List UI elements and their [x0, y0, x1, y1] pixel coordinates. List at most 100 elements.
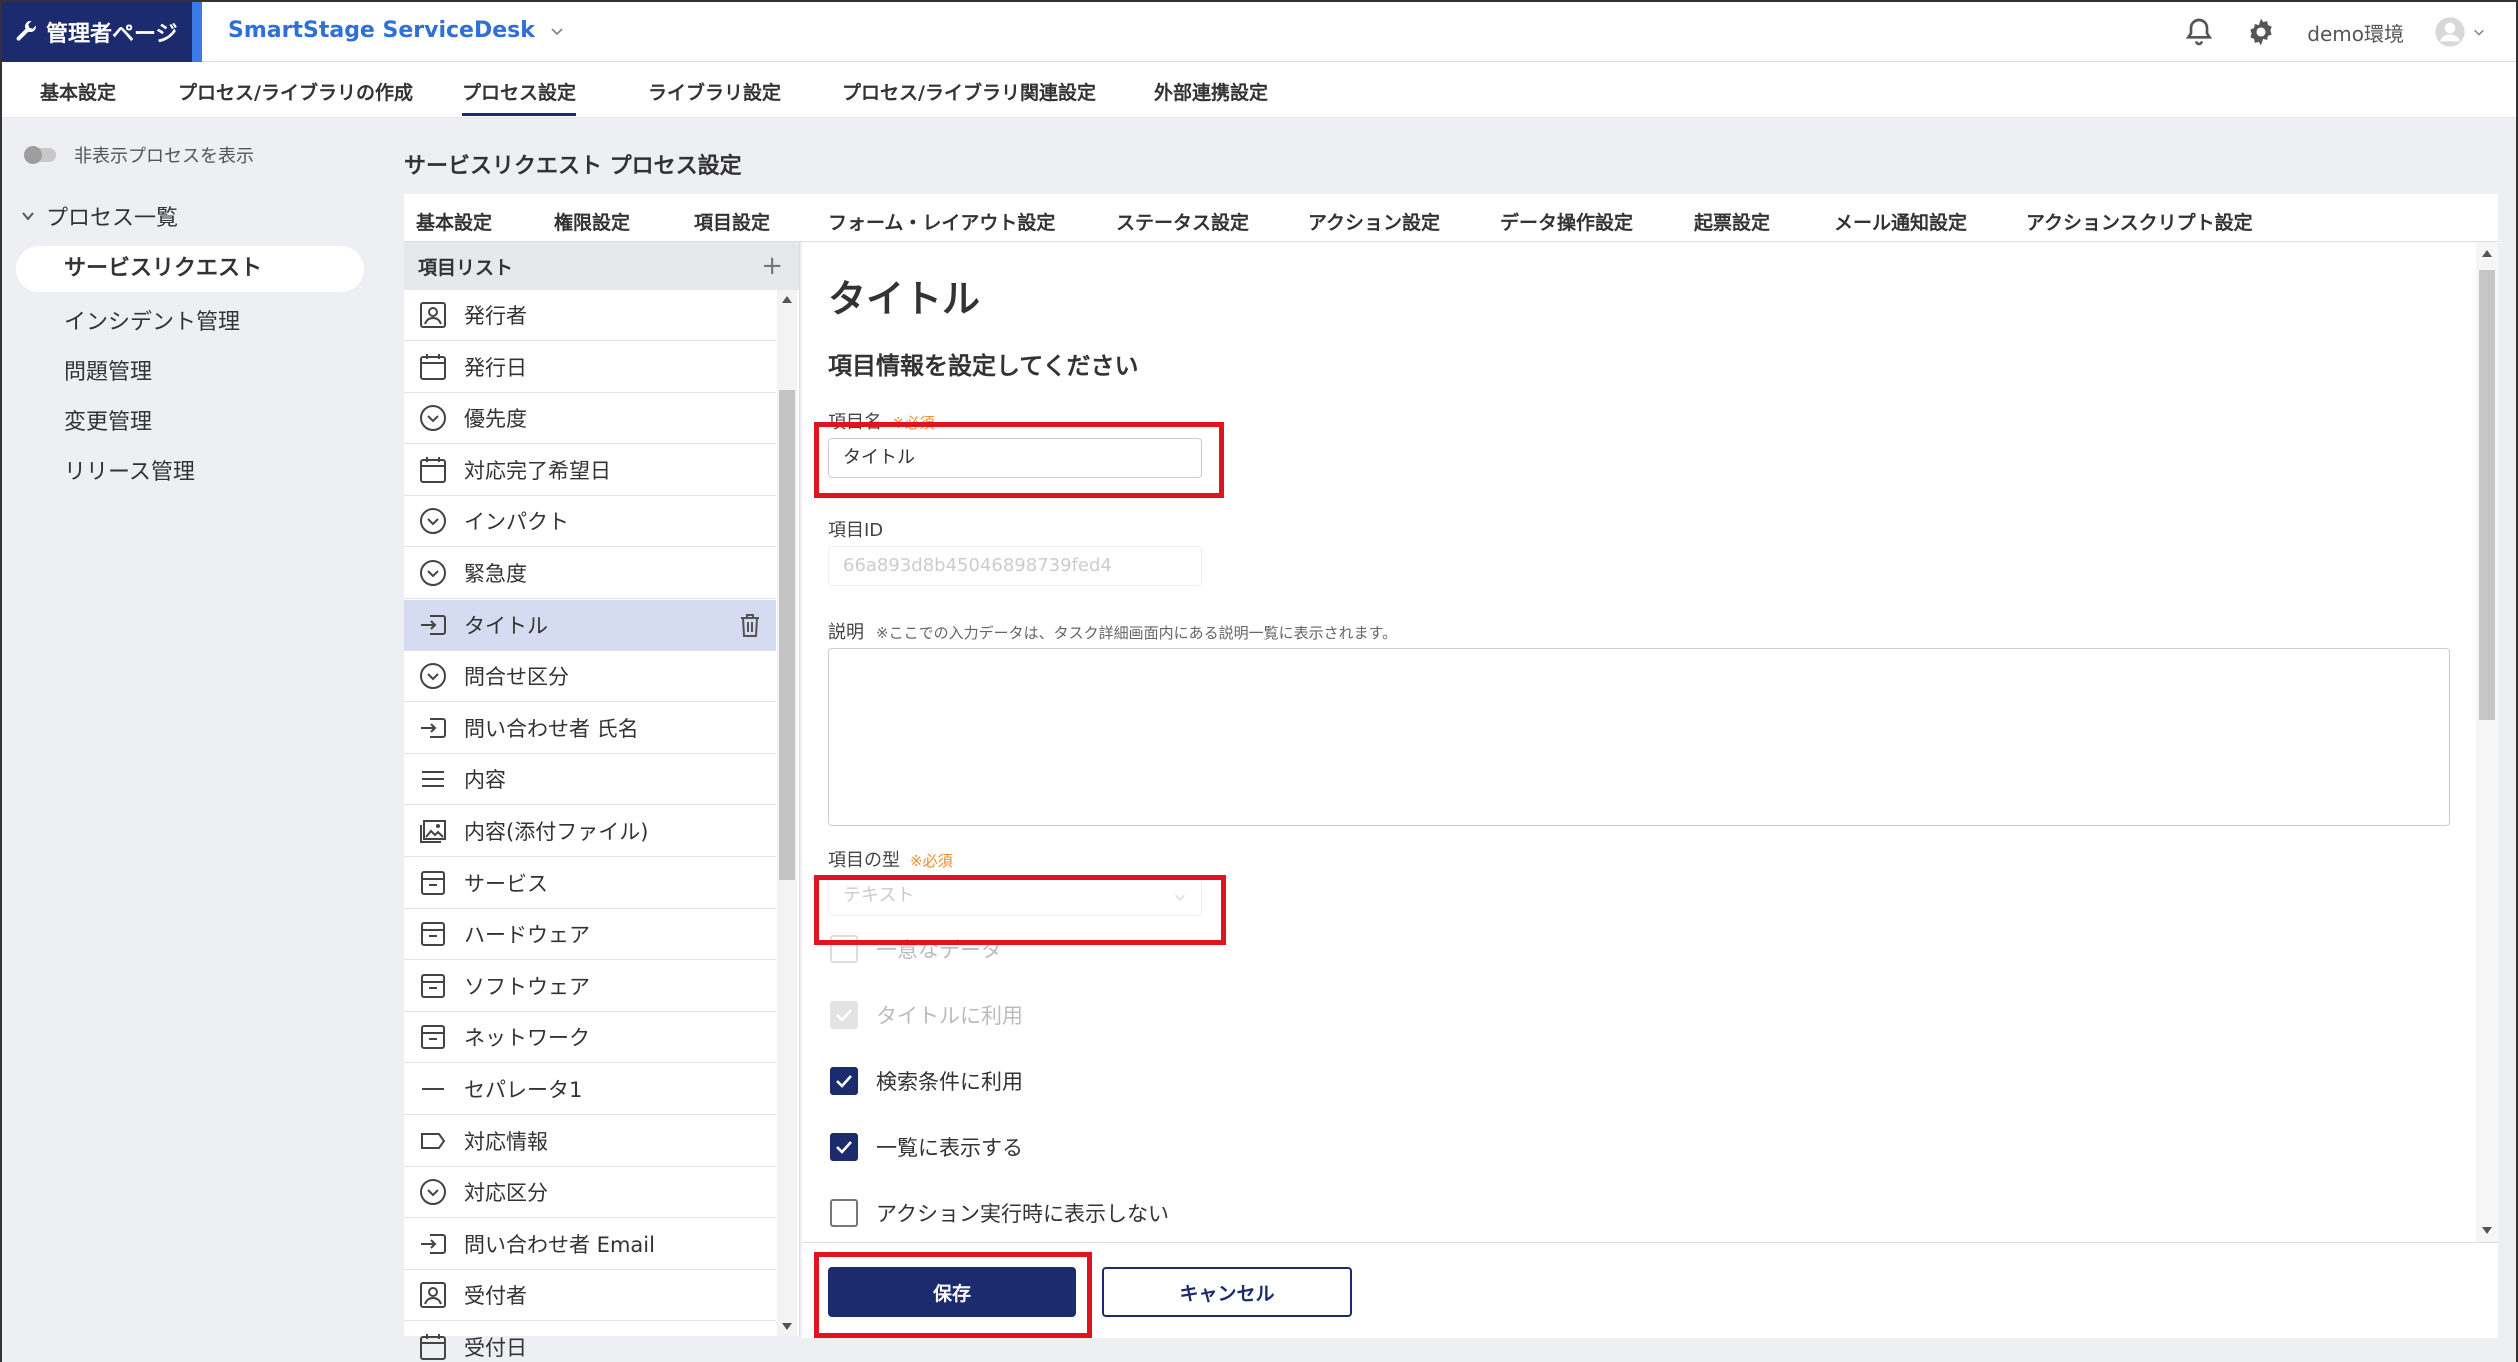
user-menu[interactable]	[2434, 16, 2486, 48]
item-list-row[interactable]: 問い合わせ者 Email	[404, 1219, 776, 1270]
save-button[interactable]: 保存	[828, 1267, 1076, 1317]
item-list-row[interactable]: 対応区分	[404, 1167, 776, 1219]
sidebar-item-incident[interactable]: インシデント管理	[64, 304, 240, 336]
tab-data-operation[interactable]: データ操作設定	[1500, 208, 1633, 235]
item-list-row[interactable]: 発行者	[404, 290, 776, 341]
item-list-row[interactable]: タイトル	[404, 599, 776, 651]
item-list-row-label: 発行日	[464, 355, 527, 380]
description-textarea[interactable]	[828, 648, 2450, 826]
item-list-row[interactable]: セパレータ1	[404, 1064, 776, 1115]
tab-ticket-creation[interactable]: 起票設定	[1694, 208, 1770, 235]
detail-footer: 保存 キャンセル	[802, 1242, 2498, 1338]
item-list: 項目リスト + 発行者 発行日 優先度 対応完了希望日 インパクト 緊急度 タイトル 問合せ区…	[404, 242, 800, 1360]
item-list-row[interactable]: 問合せ区分	[404, 651, 776, 703]
item-list-row-label: ソフトウェア	[464, 974, 590, 999]
scroll-down-icon[interactable]	[782, 1323, 792, 1330]
tab-action[interactable]: アクション設定	[1308, 208, 1440, 235]
required-mark: ※必須	[910, 852, 953, 870]
tag-icon	[421, 1132, 446, 1149]
tab-permissions[interactable]: 権限設定	[554, 208, 630, 235]
item-list-row[interactable]: 内容	[404, 754, 776, 806]
tab-action-script[interactable]: アクションスクリプト設定	[2026, 208, 2253, 235]
checkbox-label: タイトルに利用	[876, 1004, 1023, 1028]
item-list-row-label: 対応完了希望日	[464, 458, 611, 483]
sidebar-item-change[interactable]: 変更管理	[64, 404, 152, 436]
checkbox[interactable]	[830, 1133, 858, 1161]
checkbox-row[interactable]: 一覧に表示する	[830, 1132, 1023, 1162]
checkmark-icon	[836, 1009, 852, 1022]
item-list-row[interactable]: 対応情報	[404, 1116, 776, 1167]
bell-icon[interactable]	[2183, 16, 2215, 48]
item-list-row-label: ハードウェア	[464, 923, 590, 948]
sidebar-item-problem[interactable]: 問題管理	[64, 354, 152, 386]
chevron-down-icon	[1175, 894, 1185, 901]
scroll-up-icon[interactable]	[2482, 250, 2492, 257]
admin-page-badge[interactable]: 管理者ページ	[2, 2, 192, 62]
input-icon	[421, 614, 446, 635]
detail-scrollbar[interactable]	[2476, 242, 2498, 1242]
settings-subtabs: 基本設定 権限設定 項目設定 フォーム・レイアウト設定 ステータス設定 アクショ…	[404, 194, 2498, 246]
checkbox	[830, 935, 858, 963]
item-list-row[interactable]: 対応完了希望日	[404, 445, 776, 496]
item-list-row[interactable]: 緊急度	[404, 548, 776, 599]
item-list-row[interactable]: 問い合わせ者 氏名	[404, 703, 776, 754]
dropdown-icon	[420, 663, 446, 690]
required-mark: ※必須	[892, 414, 935, 432]
checkbox-row[interactable]: アクション実行時に表示しない	[830, 1198, 1169, 1228]
scroll-thumb[interactable]	[779, 390, 795, 880]
item-list-row[interactable]: 受付者	[404, 1270, 776, 1322]
add-item-button[interactable]: +	[761, 251, 783, 281]
item-list-row[interactable]: ネットワーク	[404, 1012, 776, 1064]
show-hidden-label: 非表示プロセスを表示	[74, 146, 254, 167]
checkbox-row[interactable]: 検索条件に利用	[830, 1066, 1023, 1096]
item-type-label-text: 項目の型	[828, 850, 900, 871]
calendar-icon	[420, 456, 446, 483]
list-box-icon	[421, 922, 445, 947]
tab-basic[interactable]: 基本設定	[416, 208, 492, 235]
sidebar-item-service-request[interactable]: サービスリクエスト	[16, 246, 364, 292]
show-hidden-toggle[interactable]	[24, 146, 56, 164]
gear-icon[interactable]	[2245, 16, 2277, 48]
item-name-input[interactable]: タイトル	[828, 438, 1202, 478]
item-list-row[interactable]: ソフトウェア	[404, 961, 776, 1012]
scroll-up-icon[interactable]	[782, 296, 792, 303]
checkbox	[830, 1001, 858, 1029]
topnav-process-settings[interactable]: プロセス設定	[462, 78, 577, 116]
cancel-button[interactable]: キャンセル	[1102, 1267, 1352, 1317]
sidebar-item-release[interactable]: リリース管理	[64, 454, 195, 486]
topnav-process-library-create[interactable]: プロセス/ライブラリの作成	[178, 78, 413, 105]
item-list-row-label: 受付日	[464, 1336, 527, 1360]
item-list-row[interactable]: ハードウェア	[404, 909, 776, 961]
item-list-row[interactable]: サービス	[404, 858, 776, 909]
item-list-scrollbar[interactable]	[777, 290, 797, 1336]
item-list-row[interactable]: インパクト	[404, 496, 776, 548]
tab-item-settings[interactable]: 項目設定	[694, 208, 771, 246]
tab-mail-notification[interactable]: メール通知設定	[1834, 208, 1967, 235]
dropdown-icon	[420, 560, 446, 586]
item-id-input: 66a893d8b45046898739fed4	[828, 546, 1202, 586]
item-list-row[interactable]: 受付日	[404, 1322, 776, 1362]
dropdown-icon	[420, 508, 446, 535]
process-list-header[interactable]: プロセス一覧	[20, 200, 178, 232]
checkbox[interactable]	[830, 1067, 858, 1095]
item-list-row[interactable]: 発行日	[404, 342, 776, 393]
item-list-row[interactable]: 内容(添付ファイル)	[404, 806, 776, 857]
topnav-process-library-relation[interactable]: プロセス/ライブラリ関連設定	[842, 78, 1096, 105]
checkbox[interactable]	[830, 1199, 858, 1227]
scroll-thumb[interactable]	[2479, 270, 2495, 720]
item-list-row-label: 発行者	[464, 304, 527, 328]
separator-icon	[422, 1088, 444, 1090]
tab-form-layout[interactable]: フォーム・レイアウト設定	[828, 208, 1055, 235]
trash-icon[interactable]	[738, 612, 762, 638]
tab-status[interactable]: ステータス設定	[1116, 208, 1249, 235]
app-switcher[interactable]: SmartStage ServiceDesk	[228, 18, 565, 43]
topnav-basic-settings[interactable]: 基本設定	[40, 78, 116, 105]
env-label: demo環境	[2307, 21, 2404, 46]
scroll-down-icon[interactable]	[2482, 1227, 2492, 1234]
topnav-external-integration[interactable]: 外部連携設定	[1154, 78, 1268, 105]
topnav-library-settings[interactable]: ライブラリ設定	[648, 78, 781, 105]
image-icon	[420, 820, 446, 843]
show-hidden-toggle-row[interactable]: 非表示プロセスを表示	[24, 142, 254, 168]
item-list-row[interactable]: 優先度	[404, 393, 776, 445]
checkbox-label: アクション実行時に表示しない	[876, 1202, 1169, 1226]
